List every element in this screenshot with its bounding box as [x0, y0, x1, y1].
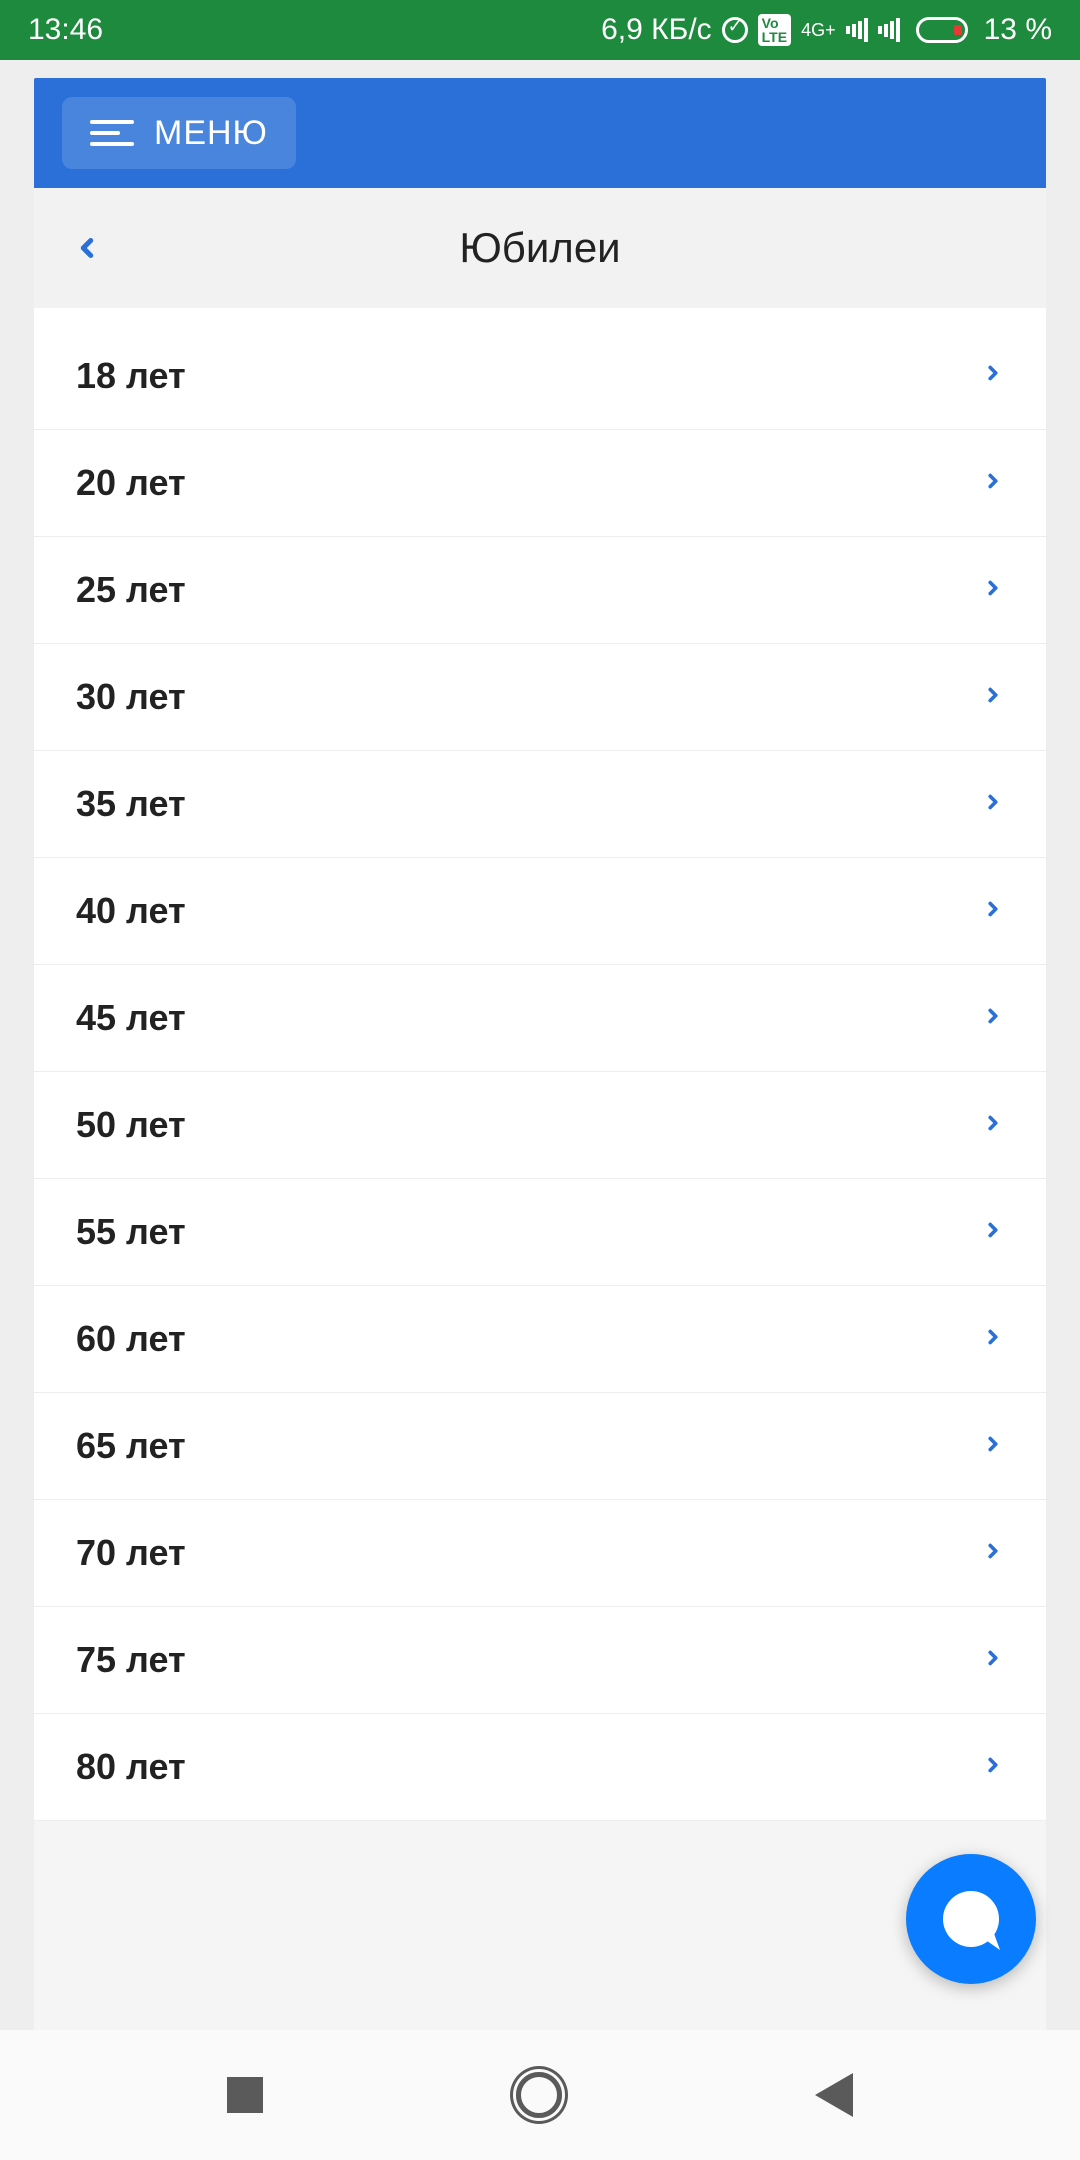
- menu-button[interactable]: МЕНЮ: [62, 97, 296, 169]
- list-item-label: 70 лет: [76, 1532, 186, 1574]
- list-item[interactable]: 60 лет: [34, 1286, 1046, 1393]
- chevron-right-icon: [982, 1640, 1004, 1681]
- chevron-right-icon: [982, 1426, 1004, 1467]
- list-item-label: 30 лет: [76, 676, 186, 718]
- list-item[interactable]: 35 лет: [34, 751, 1046, 858]
- list-item-label: 80 лет: [76, 1746, 186, 1788]
- volte-icon: VoLTE: [758, 14, 791, 46]
- chevron-right-icon: [982, 463, 1004, 504]
- list-item-label: 55 лет: [76, 1211, 186, 1253]
- list-item[interactable]: 80 лет: [34, 1714, 1046, 1821]
- list-item-label: 25 лет: [76, 569, 186, 611]
- chevron-right-icon: [982, 998, 1004, 1039]
- list-item[interactable]: 20 лет: [34, 430, 1046, 537]
- list-item[interactable]: 30 лет: [34, 644, 1046, 751]
- list-item[interactable]: 65 лет: [34, 1393, 1046, 1500]
- list-item[interactable]: 55 лет: [34, 1179, 1046, 1286]
- status-time: 13:46: [28, 13, 103, 47]
- system-nav-bar: [0, 2030, 1080, 2160]
- anniversary-list: 18 лет 20 лет 25 лет 30 лет 35 лет 40 лет 45 л…: [34, 308, 1046, 1821]
- list-item[interactable]: 45 лет: [34, 965, 1046, 1072]
- status-right: 6,9 КБ/с VoLTE 4G+ 13 %: [601, 13, 1052, 47]
- nav-home-button[interactable]: [516, 2072, 562, 2118]
- nav-recent-button[interactable]: [227, 2077, 263, 2113]
- list-item-label: 40 лет: [76, 890, 186, 932]
- list-item-label: 75 лет: [76, 1639, 186, 1681]
- chevron-right-icon: [982, 891, 1004, 932]
- list-item-label: 35 лет: [76, 783, 186, 825]
- chevron-right-icon: [982, 1105, 1004, 1146]
- signal-icon: [846, 18, 868, 42]
- chevron-right-icon: [982, 1533, 1004, 1574]
- chevron-right-icon: [982, 1212, 1004, 1253]
- chevron-right-icon: [982, 1747, 1004, 1788]
- network-label: 4G+: [801, 20, 836, 41]
- nav-back-button[interactable]: [815, 2073, 853, 2117]
- page-title: Юбилеи: [34, 224, 1046, 272]
- signal-icon-2: [878, 18, 900, 42]
- list-item-label: 60 лет: [76, 1318, 186, 1360]
- chevron-right-icon: [982, 677, 1004, 718]
- list-item-label: 65 лет: [76, 1425, 186, 1467]
- battery-percent: 13 %: [984, 13, 1052, 47]
- status-speed: 6,9 КБ/с: [601, 13, 712, 47]
- chevron-right-icon: [982, 355, 1004, 396]
- chat-icon: [943, 1891, 999, 1947]
- chevron-right-icon: [982, 1319, 1004, 1360]
- list-item[interactable]: 50 лет: [34, 1072, 1046, 1179]
- alarm-icon: [722, 17, 748, 43]
- list-item-label: 18 лет: [76, 355, 186, 397]
- list-item-label: 50 лет: [76, 1104, 186, 1146]
- status-bar: 13:46 6,9 КБ/с VoLTE 4G+ 13 %: [0, 0, 1080, 60]
- hamburger-icon: [90, 120, 134, 146]
- list-item[interactable]: 70 лет: [34, 1500, 1046, 1607]
- list-item[interactable]: 75 лет: [34, 1607, 1046, 1714]
- list-item[interactable]: 18 лет: [34, 308, 1046, 430]
- chat-fab[interactable]: [906, 1854, 1036, 1984]
- list-item-label: 45 лет: [76, 997, 186, 1039]
- chevron-right-icon: [982, 784, 1004, 825]
- app-header: МЕНЮ: [34, 78, 1046, 188]
- back-button[interactable]: [72, 226, 102, 270]
- list-item[interactable]: 40 лет: [34, 858, 1046, 965]
- battery-icon: [916, 17, 968, 43]
- list-item[interactable]: 25 лет: [34, 537, 1046, 644]
- menu-label: МЕНЮ: [154, 114, 268, 153]
- title-row: Юбилеи: [34, 188, 1046, 308]
- list-item-label: 20 лет: [76, 462, 186, 504]
- chevron-right-icon: [982, 570, 1004, 611]
- chevron-left-icon: [72, 226, 102, 270]
